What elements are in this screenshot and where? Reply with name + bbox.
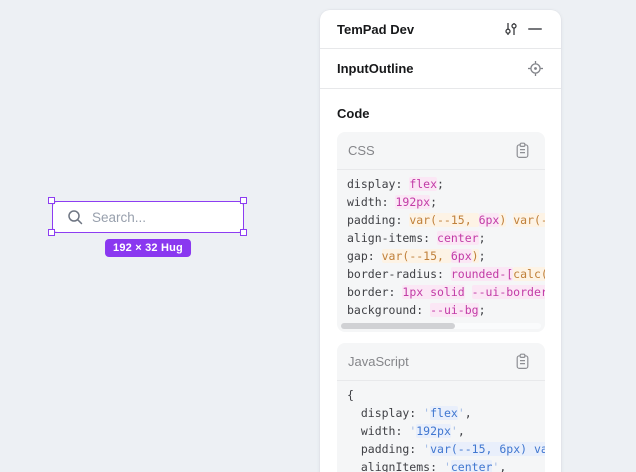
selection-handle-bottom-left[interactable] bbox=[48, 229, 55, 236]
code-line: alignItems: 'center', bbox=[347, 458, 545, 472]
clipboard-icon bbox=[515, 353, 530, 370]
copy-js-button[interactable] bbox=[510, 350, 534, 374]
sliders-icon bbox=[503, 21, 519, 37]
code-line: { bbox=[347, 386, 545, 404]
code-section-label: Code bbox=[337, 106, 545, 121]
code-line: padding: 'var(--15, 6px) var(--15, 6px)'… bbox=[347, 440, 545, 458]
panel-title: TemPad Dev bbox=[337, 22, 499, 37]
code-line: border: 1px solid --ui-border-color; bbox=[347, 283, 545, 301]
tempad-dev-panel: TemPad Dev InputOutline bbox=[320, 10, 561, 472]
js-code-card: JavaScript { display: 'flex', width: '19… bbox=[337, 343, 545, 472]
selection-handle-top-left[interactable] bbox=[48, 197, 55, 204]
code-line: display: flex; bbox=[347, 175, 545, 193]
preferences-button[interactable] bbox=[499, 17, 523, 41]
code-line: padding: var(--15, 6px) var(--15, 6px); bbox=[347, 211, 545, 229]
copy-css-button[interactable] bbox=[510, 139, 534, 163]
css-horizontal-scrollbar bbox=[341, 323, 541, 329]
search-placeholder-text: Search... bbox=[92, 210, 146, 225]
selection-handle-top-right[interactable] bbox=[240, 197, 247, 204]
crosshair-icon bbox=[527, 60, 544, 77]
clipboard-icon bbox=[515, 142, 530, 159]
css-code-card: CSS display: flex;width: 192px;padding: … bbox=[337, 132, 545, 332]
js-card-label: JavaScript bbox=[348, 354, 510, 369]
minimize-button[interactable] bbox=[523, 17, 547, 41]
component-name: InputOutline bbox=[337, 61, 523, 76]
code-line: width: 192px; bbox=[347, 193, 545, 211]
locate-component-button[interactable] bbox=[523, 57, 547, 81]
css-code[interactable]: display: flex;width: 192px;padding: var(… bbox=[337, 170, 545, 320]
code-line: align-items: center; bbox=[347, 229, 545, 247]
css-card-label: CSS bbox=[348, 143, 510, 158]
css-card-header: CSS bbox=[337, 132, 545, 170]
code-line: border-radius: rounded-[calc(var(--round… bbox=[347, 265, 545, 283]
code-line: background: --ui-bg; bbox=[347, 301, 545, 319]
selected-component-row: InputOutline bbox=[320, 49, 561, 89]
panel-header: TemPad Dev bbox=[320, 10, 561, 49]
figma-canvas: { "canvas": { "search": { "placeholder":… bbox=[0, 0, 636, 472]
canvas-search-input[interactable]: Search... bbox=[52, 201, 244, 233]
js-code[interactable]: { display: 'flex', width: '192px', paddi… bbox=[337, 381, 545, 472]
code-line: display: 'flex', bbox=[347, 404, 545, 422]
size-badge: 192 × 32 Hug bbox=[105, 239, 191, 257]
code-line: width: '192px', bbox=[347, 422, 545, 440]
selection-handle-bottom-right[interactable] bbox=[240, 229, 247, 236]
js-card-header: JavaScript bbox=[337, 343, 545, 381]
code-line: gap: var(--15, 6px); bbox=[347, 247, 545, 265]
css-scrollbar-thumb[interactable] bbox=[341, 323, 455, 329]
minus-icon bbox=[528, 28, 542, 30]
magnifier-icon bbox=[67, 209, 84, 226]
panel-content: Code CSS display: flex;width: 192px;padd… bbox=[320, 89, 561, 472]
